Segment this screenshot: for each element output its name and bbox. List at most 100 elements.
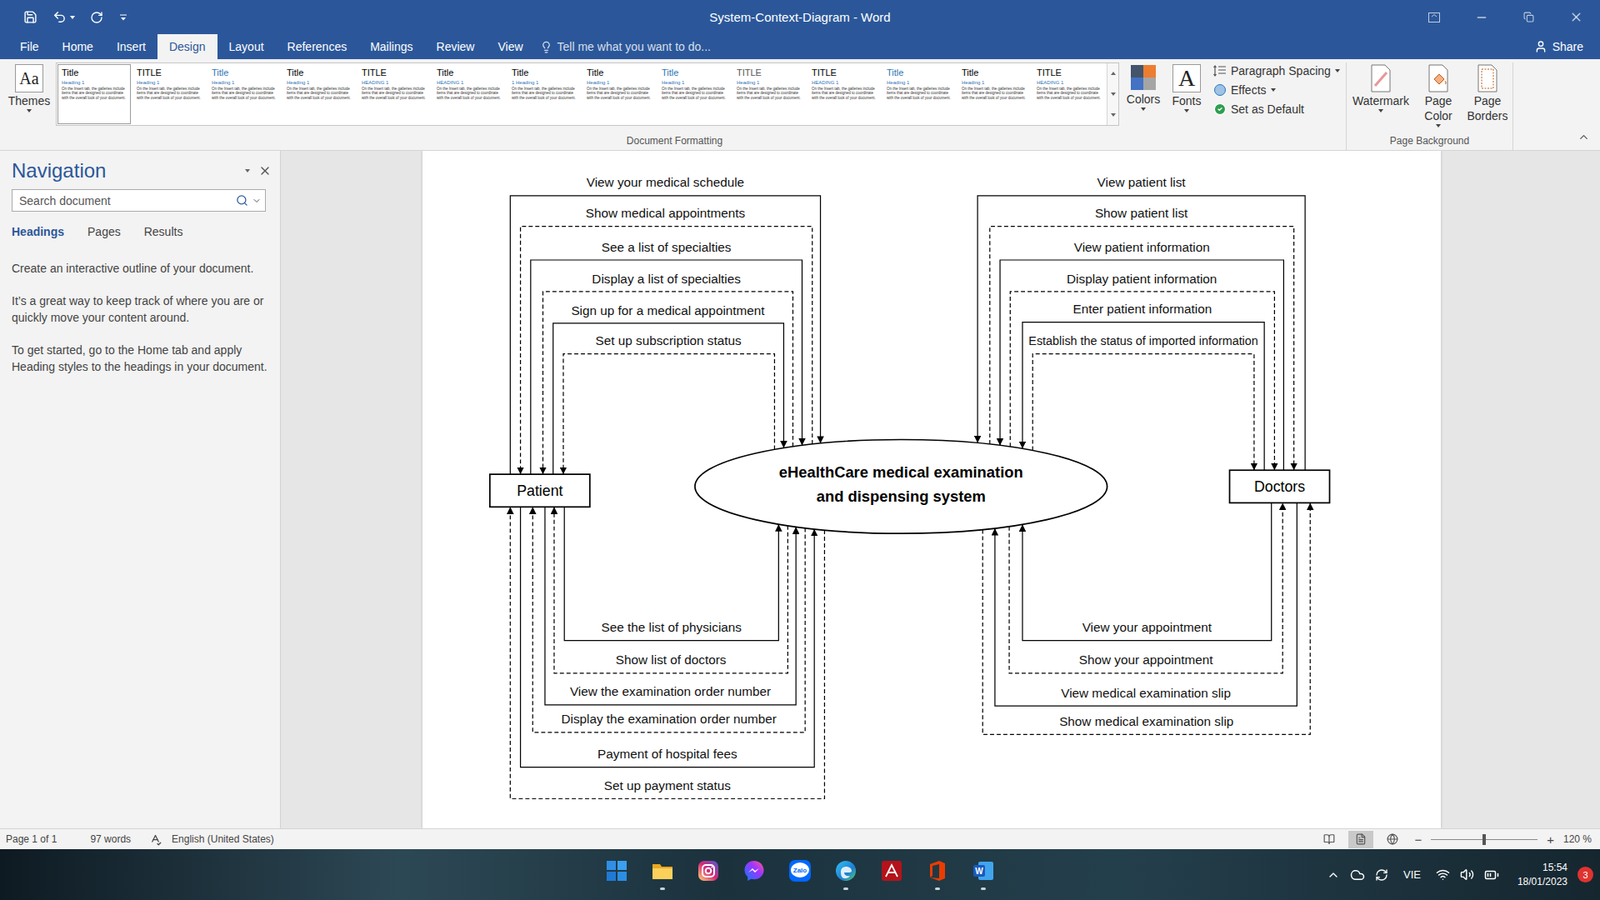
wifi-icon[interactable]	[1435, 867, 1450, 882]
scroll-up-icon[interactable]	[1110, 71, 1116, 75]
flow-arrow	[520, 506, 815, 767]
set-default-button[interactable]: Set as Default	[1213, 100, 1350, 118]
cloud-icon[interactable]	[1350, 867, 1365, 883]
customize-button[interactable]	[115, 10, 132, 25]
style-set-thumbnail[interactable]: TitleHeading 1On the Insert tab, the gal…	[282, 64, 356, 125]
taskbar-app[interactable]	[737, 853, 771, 897]
themes-button[interactable]: AaThemes	[6, 62, 52, 113]
running-indicator	[935, 887, 940, 890]
colors-button[interactable]: Colors	[1123, 62, 1164, 111]
undo-icon	[52, 10, 67, 25]
notification-badge[interactable]: 3	[1577, 866, 1594, 883]
ribbon-tab[interactable]: Insert	[105, 34, 158, 60]
minimize-button[interactable]	[1457, 0, 1505, 35]
search-options-icon[interactable]	[251, 195, 262, 206]
style-set-thumbnail[interactable]: Title1 Heading 1On the Insert tab, the g…	[507, 64, 581, 125]
navigation-tab[interactable]: Results	[144, 225, 184, 239]
share-button[interactable]: Share	[1524, 34, 1600, 60]
data-flow: Set up subscription status	[563, 333, 775, 475]
close-pane-icon[interactable]	[258, 164, 272, 178]
style-set-thumbnail[interactable]: TITLEHEADING 1On the Insert tab, the gal…	[1032, 64, 1106, 125]
volume-icon[interactable]	[1460, 867, 1475, 882]
flow-arrow	[532, 506, 805, 733]
ribbon-display-button[interactable]	[1410, 0, 1458, 35]
taskbar-app[interactable]	[920, 853, 955, 897]
zoom-in-button[interactable]: +	[1544, 832, 1557, 847]
thumbnail-heading: Heading 1	[736, 79, 802, 86]
word-count[interactable]: 97 words	[90, 833, 131, 845]
style-set-thumbnail[interactable]: TitleHeading 1On the Insert tab, the gal…	[582, 64, 656, 125]
taskbar-app[interactable]	[875, 853, 909, 897]
style-set-thumbnail[interactable]: TitleHEADING 1On the Insert tab, the gal…	[432, 64, 506, 125]
zoom-level[interactable]: 120 %	[1563, 833, 1592, 845]
ribbon-tab[interactable]: Layout	[217, 34, 276, 60]
style-set-thumbnail[interactable]: TitleHeading 1On the Insert tab, the gal…	[882, 64, 956, 125]
watermark-button[interactable]: Watermark	[1350, 62, 1412, 113]
collapse-ribbon-button[interactable]	[1567, 130, 1600, 150]
search-input[interactable]	[17, 193, 233, 209]
navigation-tab[interactable]: Pages	[87, 225, 121, 239]
clock[interactable]: 15:5418/01/2023	[1509, 860, 1568, 890]
ribbon-tab[interactable]: References	[275, 34, 360, 60]
ribbon-tab[interactable]: Review	[425, 34, 487, 60]
style-set-thumbnail[interactable]: TitleHeading 1On the Insert tab, the gal…	[657, 64, 731, 125]
ribbon-tab[interactable]: Design	[157, 34, 218, 60]
close-button[interactable]	[1552, 0, 1600, 35]
battery-icon[interactable]	[1484, 867, 1500, 883]
save-button[interactable]	[20, 8, 41, 26]
print-view-button[interactable]	[1348, 830, 1374, 849]
gallery-scroll[interactable]	[1106, 63, 1119, 125]
proofing-button[interactable]	[149, 833, 162, 846]
style-set-thumbnail[interactable]: TITLEHeading 1On the Insert tab, the gal…	[732, 64, 806, 125]
document-page[interactable]: View your medical scheduleShow medical a…	[422, 150, 1441, 829]
search-icon[interactable]	[235, 194, 249, 207]
input-language[interactable]: VIE	[1398, 868, 1426, 881]
read-view-button[interactable]	[1316, 830, 1342, 849]
zoom-slider[interactable]	[1430, 839, 1538, 840]
ribbon-tab[interactable]: Mailings	[358, 34, 425, 60]
style-set-thumbnail[interactable]: TitleHeading 1On the Insert tab, the gal…	[57, 64, 131, 125]
system-node	[695, 440, 1108, 535]
navigation-tab[interactable]: Headings	[11, 225, 65, 239]
style-set-thumbnail[interactable]: TITLEHEADING 1On the Insert tab, the gal…	[357, 64, 431, 125]
thumbnail-body: On the Insert tab, the galleries include…	[661, 86, 727, 100]
sync-icon[interactable]	[1375, 868, 1389, 882]
ribbon-tab[interactable]: View	[485, 34, 535, 60]
gallery-more-icon[interactable]	[1110, 113, 1116, 117]
scroll-down-icon[interactable]	[1110, 92, 1116, 96]
effects-button[interactable]: Effects	[1213, 81, 1350, 99]
data-flow: See the list of physicians	[564, 506, 779, 640]
redo-button[interactable]	[86, 9, 107, 26]
tell-me-box[interactable]: Tell me what you want to do...	[540, 34, 711, 60]
taskbar-app[interactable]	[600, 853, 634, 897]
undo-button[interactable]	[49, 8, 79, 26]
zoom-thumb[interactable]	[1482, 834, 1486, 845]
style-set-thumbnail[interactable]: TitleHeading 1On the Insert tab, the gal…	[207, 64, 281, 125]
taskbar-app[interactable]	[691, 853, 725, 897]
style-set-thumbnail[interactable]: TITLEHEADING 1On the Insert tab, the gal…	[807, 64, 881, 125]
dropdown-arrow	[1378, 109, 1384, 113]
page-borders-button[interactable]: PageBorders	[1465, 62, 1510, 123]
fonts-button[interactable]: AFonts	[1167, 62, 1206, 113]
hidden-icons-icon[interactable]	[1326, 868, 1340, 882]
help-paragraph: Create an interactive outline of your do…	[11, 260, 270, 277]
pane-options-icon[interactable]	[245, 169, 250, 173]
style-set-thumbnail[interactable]: TITLEHeading 1On the Insert tab, the gal…	[132, 64, 206, 125]
zoom-out-button[interactable]: −	[1411, 832, 1425, 847]
page-color-button[interactable]: PageColor	[1415, 62, 1461, 128]
taskbar-app[interactable]: W	[966, 853, 1000, 897]
taskbar-app[interactable]	[829, 853, 863, 897]
data-flow: Display patient information	[1010, 271, 1275, 471]
data-flow: See a list of specialties	[530, 240, 803, 475]
ribbon-tab[interactable]: File	[8, 34, 51, 60]
restore-button[interactable]	[1505, 0, 1553, 35]
ribbon-tab[interactable]: Home	[50, 34, 105, 60]
taskbar-app[interactable]	[645, 853, 680, 897]
taskbar-app[interactable]: Zalo	[783, 853, 817, 897]
page-count[interactable]: Page 1 of 1	[5, 833, 57, 845]
data-flow: Show medical examination slip	[982, 502, 1310, 735]
language[interactable]: English (United States)	[171, 833, 275, 845]
style-set-thumbnail[interactable]: TitleHeading 1On the Insert tab, the gal…	[957, 64, 1031, 125]
paragraph-spacing-button[interactable]: Paragraph Spacing	[1213, 62, 1350, 80]
web-view-button[interactable]	[1380, 830, 1405, 849]
